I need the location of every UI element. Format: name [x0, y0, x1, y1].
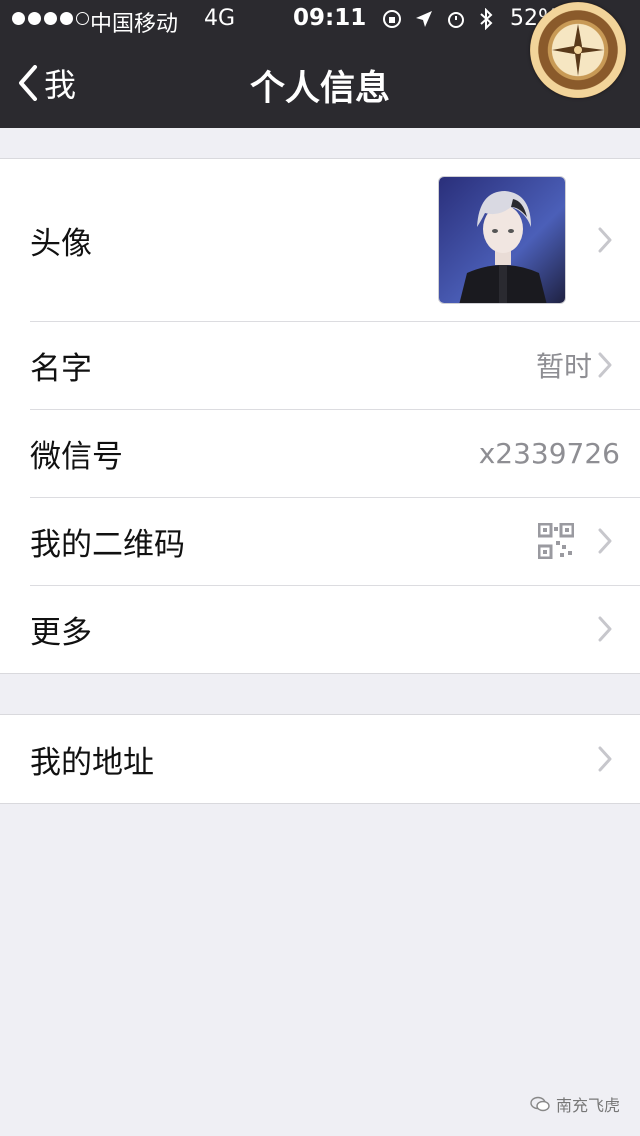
chevron-right-icon	[598, 616, 612, 642]
wechat-icon	[530, 1096, 550, 1112]
row-label: 我的地址	[30, 744, 154, 781]
orientation-lock-icon	[383, 10, 401, 28]
chevron-right-icon	[598, 528, 612, 554]
address-group: 我的地址	[0, 714, 640, 804]
row-label: 微信号	[30, 438, 123, 475]
signal-strength-icon	[12, 12, 89, 25]
watermark: 南充飞虎	[530, 1092, 620, 1116]
row-label: 更多	[30, 614, 92, 651]
more-row[interactable]: 更多	[0, 585, 640, 673]
my-address-row[interactable]: 我的地址	[0, 715, 640, 803]
location-arrow-icon	[416, 11, 432, 27]
alarm-icon	[448, 12, 464, 28]
qr-code-row[interactable]: 我的二维码	[0, 497, 640, 585]
profile-group: 头像 名字 暂时 微信号 x2339726 我的二维码 更多	[0, 158, 640, 674]
chevron-right-icon	[598, 352, 612, 378]
status-time: 09:11	[293, 5, 367, 31]
watermark-text: 南充飞虎	[555, 1096, 620, 1115]
top-bar: 中国移动 4G 09:11 52% 我 个人信息	[0, 0, 640, 128]
name-value: 暂时	[535, 350, 592, 383]
avatar-row[interactable]: 头像	[0, 159, 640, 321]
network-type: 4G	[204, 6, 236, 31]
chevron-right-icon	[598, 746, 612, 772]
wechat-id-row: 微信号 x2339726	[0, 409, 640, 497]
bluetooth-icon	[480, 8, 493, 30]
wechat-id-value: x2339726	[478, 436, 620, 470]
compass-badge-icon	[530, 2, 626, 98]
avatar	[438, 176, 566, 304]
chevron-right-icon	[598, 227, 612, 253]
row-label: 我的二维码	[30, 526, 185, 563]
status-icons	[382, 8, 494, 30]
row-label: 头像	[30, 225, 92, 262]
row-label: 名字	[30, 350, 92, 387]
name-row[interactable]: 名字 暂时	[0, 321, 640, 409]
qr-code-icon	[538, 523, 574, 559]
carrier-label: 中国移动	[90, 12, 179, 37]
